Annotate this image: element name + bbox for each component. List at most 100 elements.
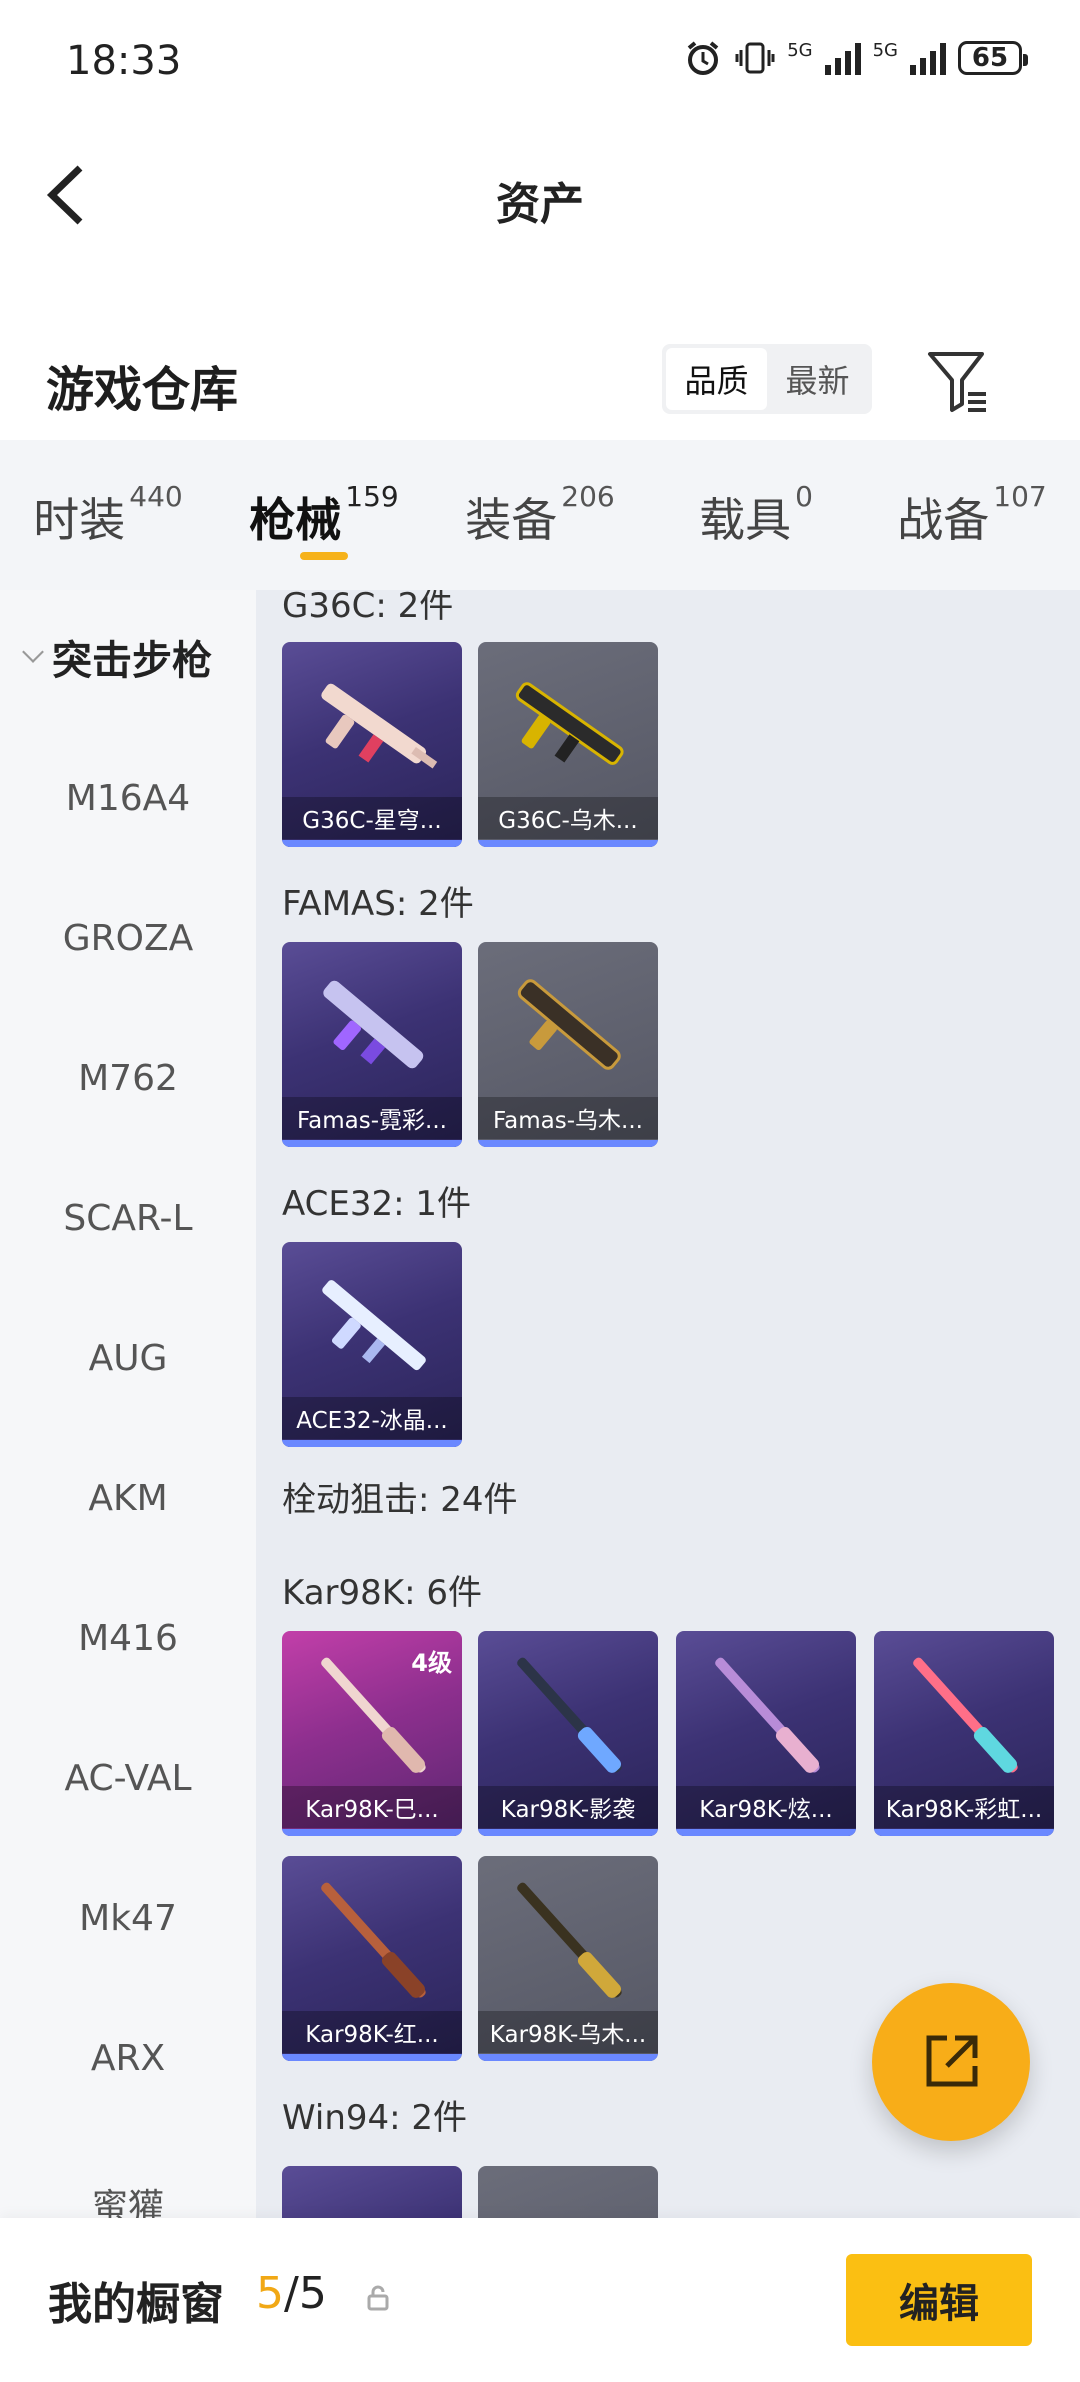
section-header: 游戏仓库 品质 最新	[0, 320, 1080, 440]
tab-guns[interactable]: 枪械 159	[216, 440, 432, 590]
sidebar-item-m416[interactable]: M416	[0, 1618, 256, 1659]
alarm-icon	[687, 41, 719, 75]
page-title: 资产	[496, 179, 584, 230]
sniper-icon	[715, 1657, 820, 1773]
status-time: 18:33	[66, 38, 182, 84]
tab-count: 159	[345, 480, 399, 513]
sidebar-item-mk47[interactable]: Mk47	[0, 1898, 256, 1939]
sidebar-group-label: 突击步枪	[52, 638, 212, 684]
rarity-bar	[282, 840, 462, 847]
sidebar-item-m762[interactable]: M762	[0, 1058, 256, 1099]
level-badge: 4级	[411, 1649, 452, 1677]
showcase-count: 5/5	[256, 2268, 327, 2319]
weapon-card[interactable]: Kar98K-影袭	[478, 1631, 658, 1836]
weapon-card[interactable]: 4级 Kar98K-巳...	[282, 1631, 462, 1836]
rarity-bar	[478, 1140, 658, 1147]
tab-label: 载具	[699, 493, 792, 547]
network-label-2: 5G	[872, 39, 898, 61]
status-icons: 5G 5G 65	[683, 38, 1028, 78]
weapon-card[interactable]: Kar98K-红...	[282, 1856, 462, 2061]
rarity-bar	[282, 2054, 462, 2061]
weapon-card-label: Kar98K-彩虹...	[874, 1786, 1054, 1828]
group-header-bolt-action: 栓动狙击: 24件	[282, 1480, 518, 1520]
signal-bars-1-icon	[824, 41, 861, 75]
weapon-card[interactable]: Kar98K-炫...	[676, 1631, 856, 1836]
active-tab-indicator	[300, 552, 348, 560]
weapon-sidebar: 突击步枪 M16A4 GROZA M762 SCAR-L AUG AKM M41…	[0, 590, 256, 2220]
battery-icon: 65	[958, 41, 1028, 75]
edit-button[interactable]: 编辑	[846, 2254, 1032, 2346]
tab-label: 时装	[33, 493, 126, 547]
sidebar-item-arx[interactable]: ARX	[0, 2038, 256, 2079]
weapon-card-label: G36C-星穹...	[282, 797, 462, 839]
sidebar-item-groza[interactable]: GROZA	[0, 918, 256, 959]
showcase-count-current: 5	[256, 2268, 284, 2319]
sort-quality-button[interactable]: 品质	[666, 348, 767, 410]
tab-supplies[interactable]: 战备 107	[864, 440, 1080, 590]
sidebar-group-assault-rifles[interactable]: 突击步枪	[22, 628, 212, 686]
showcase-label: 我的橱窗	[48, 2279, 224, 2330]
rifle-icon	[322, 1280, 426, 1371]
sidebar-item-akm[interactable]: AKM	[0, 1478, 256, 1519]
lock-icon	[367, 2285, 389, 2311]
tab-fashion[interactable]: 时装 440	[0, 440, 216, 590]
sniper-icon	[913, 1657, 1018, 1773]
chevron-down-icon	[22, 641, 44, 663]
rarity-bar	[282, 1140, 462, 1147]
weapon-card[interactable]: Kar98K-乌木...	[478, 1856, 658, 2061]
weapon-card[interactable]: Kar98K-彩虹...	[874, 1631, 1054, 1836]
weapon-card-label: Kar98K-影袭	[478, 1786, 658, 1828]
weapon-card[interactable]: Famas-乌木...	[478, 942, 658, 1147]
weapon-card[interactable]	[478, 2166, 658, 2220]
rarity-bar	[478, 1829, 658, 1836]
group-header-win94: Win94: 2件	[282, 2098, 468, 2138]
app-header: 资产	[0, 120, 1080, 260]
battery-level: 65	[971, 43, 1009, 73]
sort-newest-button[interactable]: 最新	[767, 348, 868, 410]
weapon-card[interactable]	[282, 2166, 462, 2220]
rarity-bar	[478, 2054, 658, 2061]
showcase-count-total: /5	[284, 2268, 327, 2319]
network-label-1: 5G	[787, 39, 813, 61]
weapon-card-label: G36C-乌木...	[478, 797, 658, 839]
tab-equipment[interactable]: 装备 206	[432, 440, 648, 590]
rarity-bar	[478, 840, 658, 847]
rifle-icon	[321, 683, 438, 769]
tab-count: 206	[561, 480, 615, 513]
tab-vehicles[interactable]: 载具 0	[648, 440, 864, 590]
sidebar-item-scar-l[interactable]: SCAR-L	[0, 1198, 256, 1239]
share-export-icon	[926, 2035, 978, 2087]
filter-icon[interactable]	[924, 346, 994, 416]
rifle-icon	[323, 980, 424, 1069]
weapon-card[interactable]: G36C-乌木...	[478, 642, 658, 847]
inventory-grid: G36C: 2件 G36C-星穹... G36C-乌木... FAMAS: 2件…	[256, 590, 1080, 2220]
weapon-card-label: Kar98K-巳...	[282, 1786, 462, 1828]
sniper-icon	[321, 1882, 426, 1998]
sidebar-item-ac-val[interactable]: AC-VAL	[0, 1758, 256, 1799]
weapon-card-label: Kar98K-乌木...	[478, 2011, 658, 2053]
section-title: 游戏仓库	[46, 362, 239, 418]
vibrate-icon	[735, 42, 775, 74]
weapon-card-label: Kar98K-红...	[282, 2011, 462, 2053]
sniper-icon	[517, 1657, 622, 1773]
group-header-ace32: ACE32: 1件	[282, 1184, 472, 1224]
sort-toggle: 品质 最新	[662, 344, 872, 414]
status-bar: 18:33 5G 5G 65	[0, 0, 1080, 120]
weapon-card[interactable]: ACE32-冰晶...	[282, 1242, 462, 1447]
weapon-card[interactable]: Famas-霓彩...	[282, 942, 462, 1147]
tab-count: 440	[129, 480, 183, 513]
weapon-card[interactable]: G36C-星穹...	[282, 642, 462, 847]
rarity-bar	[874, 1829, 1054, 1836]
group-header-g36c: G36C: 2件	[282, 590, 454, 626]
sidebar-item-m16a4[interactable]: M16A4	[0, 778, 256, 819]
share-button[interactable]	[872, 1983, 1030, 2141]
sidebar-item-aug[interactable]: AUG	[0, 1338, 256, 1379]
sidebar-item-honey-badger[interactable]: 蜜獾	[0, 2178, 256, 2220]
rifle-icon	[517, 979, 621, 1070]
group-header-kar98k: Kar98K: 6件	[282, 1573, 482, 1613]
rarity-bar	[282, 1440, 462, 1447]
weapon-card-label: Famas-霓彩...	[282, 1097, 462, 1139]
showcase-bar: 我的橱窗 5/5 编辑	[0, 2218, 1080, 2382]
rifle-icon	[515, 682, 624, 765]
tab-label: 战备	[897, 493, 990, 547]
